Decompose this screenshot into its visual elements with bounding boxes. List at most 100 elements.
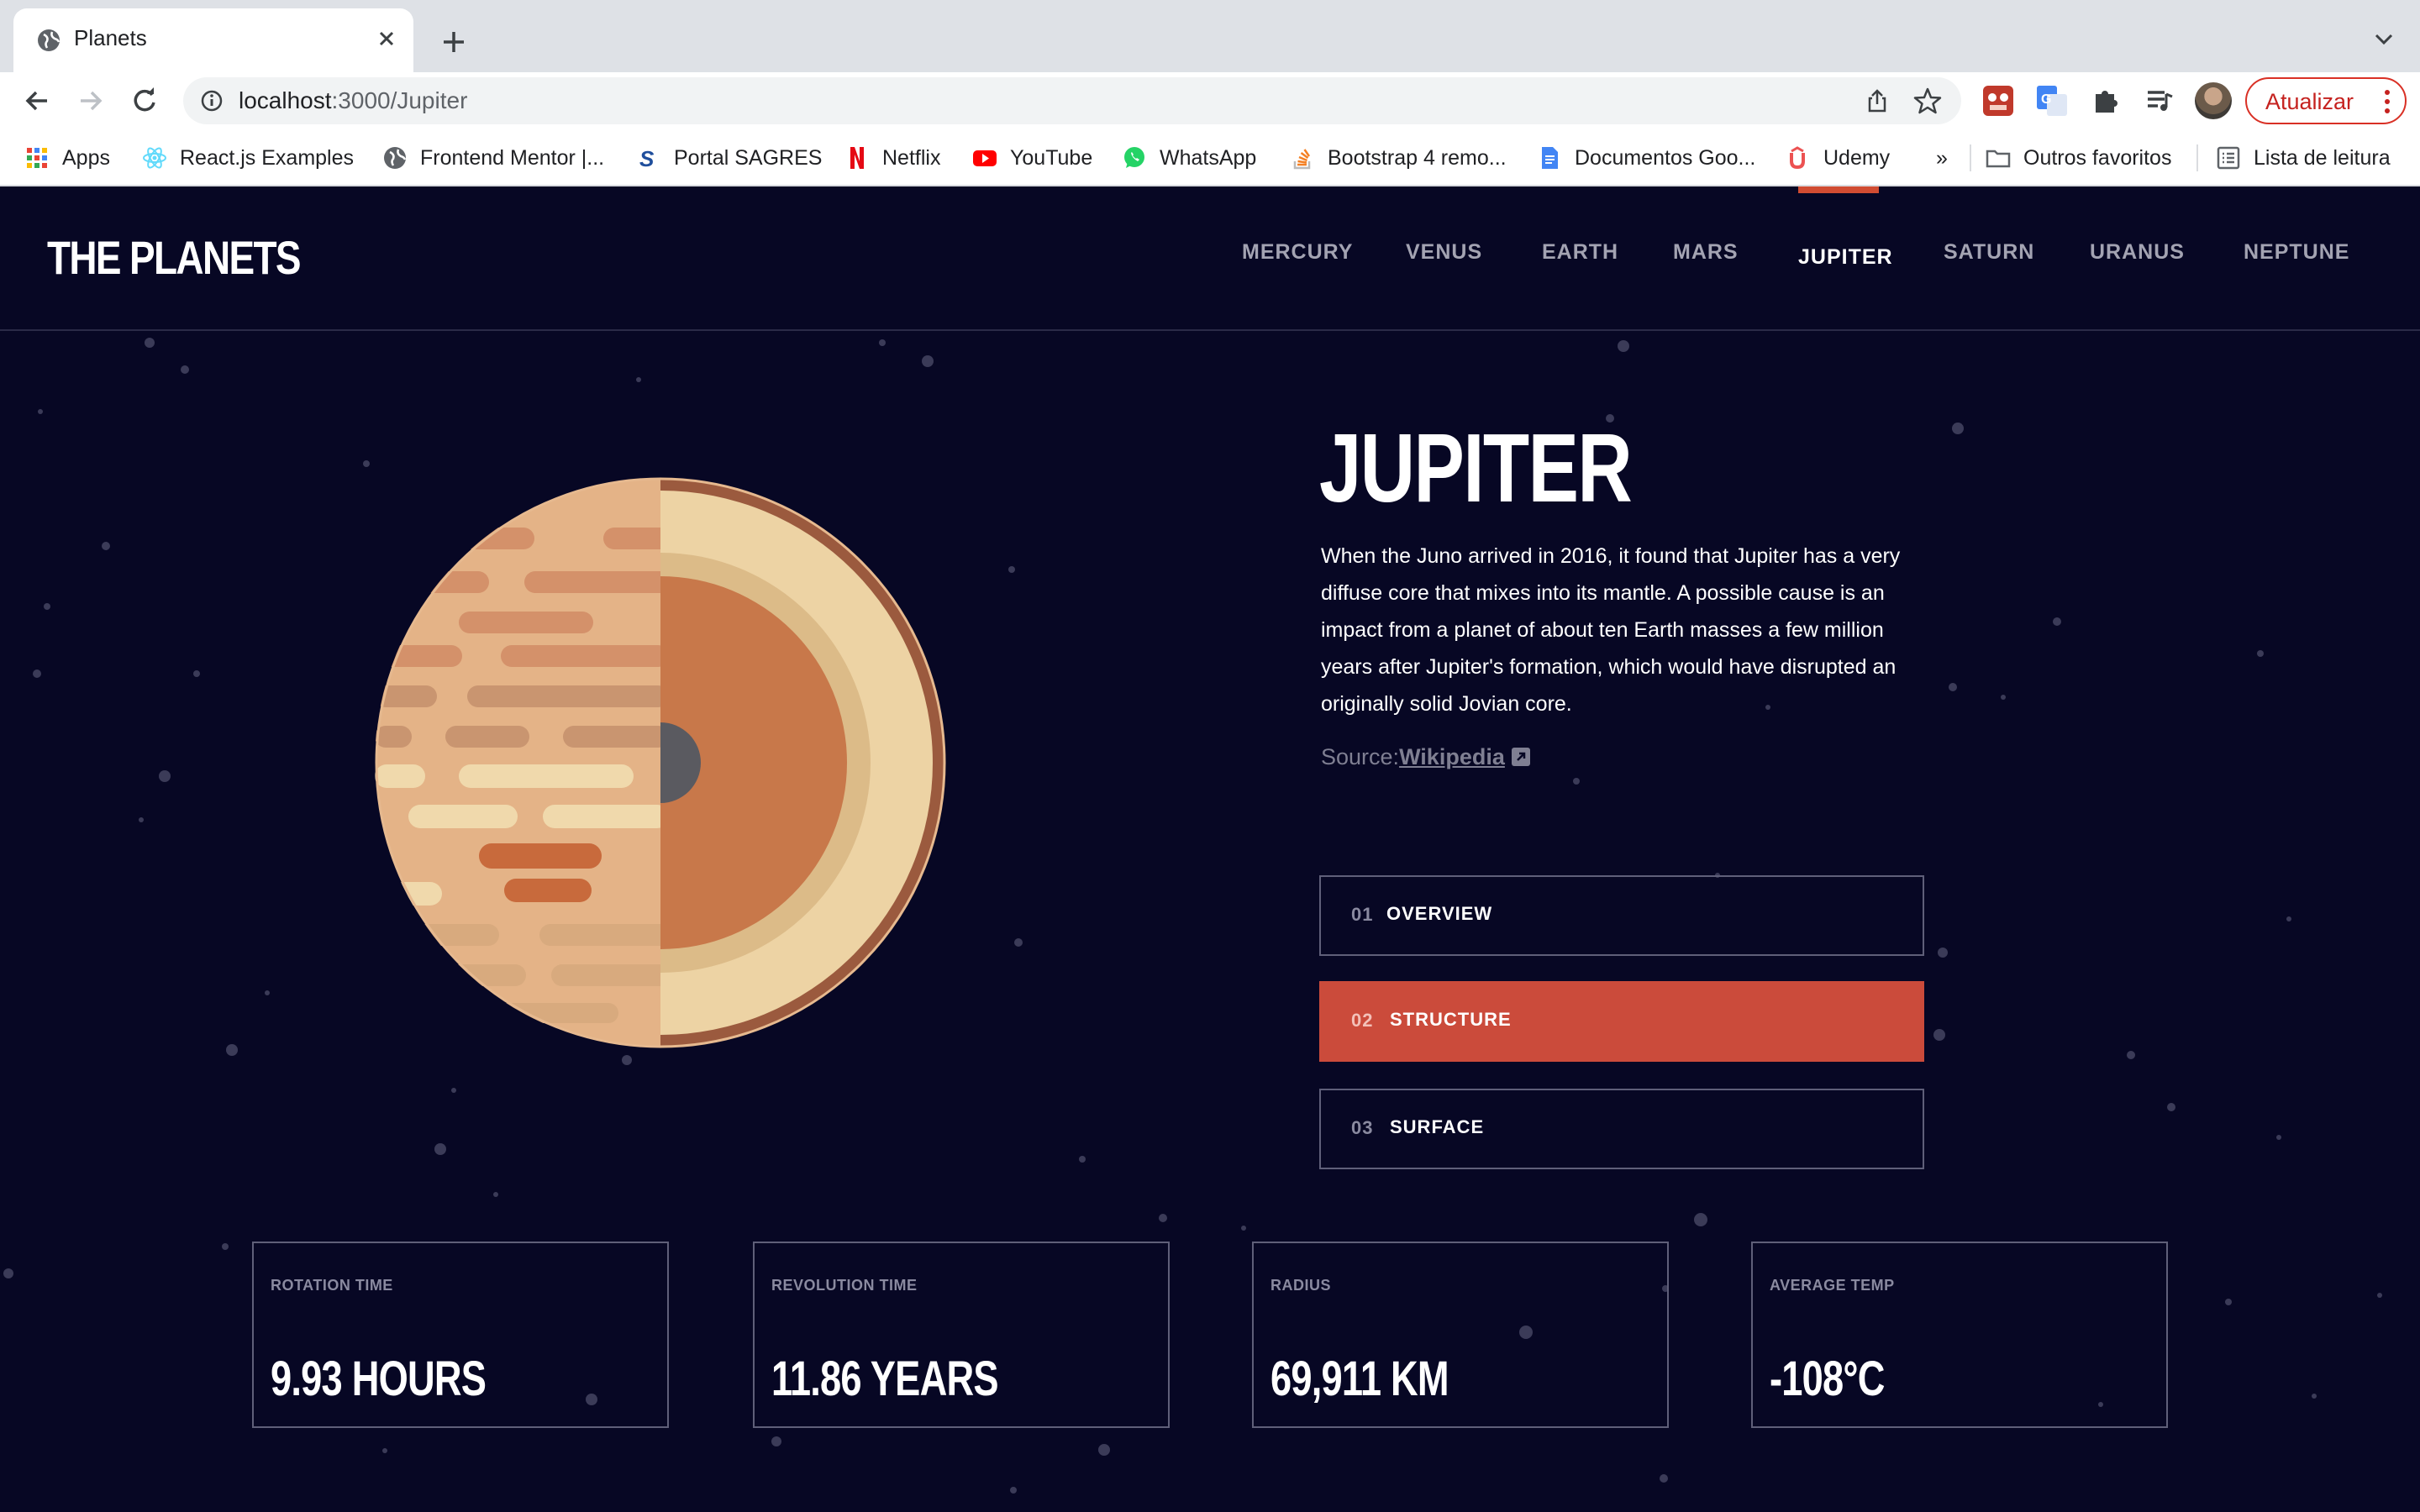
nav-item-neptune[interactable]: NEPTUNE	[2244, 240, 2349, 265]
apps-grid-icon	[27, 148, 47, 168]
stat-label: RADIUS	[1270, 1277, 1332, 1294]
stat-card-revolution: REVOLUTION TIME 11.86 YEARS	[753, 1242, 1170, 1428]
bookmark-label: Frontend Mentor |...	[420, 145, 605, 170]
stat-value: 69,911 KM	[1270, 1352, 1449, 1406]
svg-text:S: S	[639, 146, 655, 171]
bookmark-label: Lista de leitura	[2254, 145, 2391, 170]
planet-title: JUPITER	[1319, 413, 1633, 522]
globe-icon	[38, 29, 60, 51]
nav-item-uranus[interactable]: URANUS	[2090, 240, 2185, 265]
bookmarks-divider	[2196, 144, 2198, 171]
site-logo[interactable]: THE PLANETS	[47, 230, 302, 285]
whatsapp-icon	[1124, 147, 1144, 168]
bookmark-google-docs[interactable]: Documentos Goo...	[1536, 141, 1755, 175]
bookmark-label: Documentos Goo...	[1575, 145, 1756, 170]
update-button-label: Atualizar	[2265, 89, 2354, 114]
tab-label: STRUCTURE	[1390, 1009, 1512, 1030]
tab-structure[interactable]: 02 STRUCTURE	[1319, 981, 1924, 1062]
stat-card-rotation: ROTATION TIME 9.93 HOURS	[252, 1242, 669, 1428]
nav-item-venus[interactable]: VENUS	[1406, 240, 1482, 265]
netflix-icon	[850, 147, 864, 169]
stackoverflow-icon	[1293, 149, 1311, 170]
bookmark-portal-sagres[interactable]: S Portal SAGRES	[635, 141, 822, 175]
close-icon[interactable]	[371, 24, 402, 54]
site-header: THE PLANETS MERCURY VENUS EARTH MARS JUP…	[0, 186, 2420, 331]
planet-description: When the Juno arrived in 2016, it found …	[1321, 544, 1901, 716]
forward-arrow-icon[interactable]	[72, 82, 109, 119]
stat-label: REVOLUTION TIME	[771, 1277, 918, 1294]
nav-item-mercury[interactable]: MERCURY	[1242, 240, 1353, 265]
star-icon[interactable]	[1912, 86, 1943, 116]
browser-tab[interactable]: Planets	[13, 8, 413, 72]
tab-overview[interactable]: 01 OVERVIEW	[1319, 875, 1924, 956]
reading-list-icon	[2217, 146, 2240, 170]
bookmarks-divider	[1970, 144, 1971, 171]
bookmark-youtube[interactable]: YouTube	[971, 141, 1092, 175]
stat-label: AVERAGE TEMP	[1770, 1277, 1895, 1294]
kebab-menu-icon[interactable]	[2383, 87, 2391, 116]
external-link-icon[interactable]	[1511, 747, 1531, 767]
profile-avatar[interactable]	[2195, 82, 2232, 119]
stat-value: -108°C	[1770, 1352, 1885, 1406]
bookmark-netflix[interactable]: Netflix	[844, 141, 940, 175]
bookmarks-overflow-button[interactable]: »	[1936, 141, 1948, 175]
browser-tab-strip: Planets	[0, 0, 2420, 72]
stat-value: 11.86 YEARS	[771, 1352, 999, 1406]
chevron-down-icon[interactable]	[2371, 27, 2396, 52]
back-arrow-icon[interactable]	[18, 82, 55, 119]
url-text: localhost:3000/Jupiter	[239, 87, 468, 113]
bookmark-label: Outros favoritos	[2023, 145, 2172, 170]
google-translate-icon[interactable]: G	[2033, 82, 2070, 119]
nav-item-earth[interactable]: EARTH	[1542, 240, 1618, 265]
media-queue-icon[interactable]	[2141, 82, 2178, 119]
tab-surface[interactable]: 03 SURFACE	[1319, 1089, 1924, 1169]
tab-label: SURFACE	[1390, 1116, 1485, 1137]
source-label: Source:	[1321, 744, 1400, 769]
nav-item-jupiter[interactable]: JUPITER	[1798, 245, 1893, 270]
sagres-icon: S	[639, 146, 655, 171]
tab-title: Planets	[74, 25, 147, 50]
folder-icon	[1986, 150, 2011, 168]
wikipedia-link[interactable]: Wikipedia	[1399, 744, 1505, 769]
chevron-double-right-icon: »	[1936, 145, 1948, 170]
reload-icon[interactable]	[126, 82, 163, 119]
youtube-icon	[973, 150, 997, 166]
bookmark-whatsapp[interactable]: WhatsApp	[1121, 141, 1256, 175]
nav-item-mars[interactable]: MARS	[1673, 240, 1739, 265]
bookmark-label: Netflix	[882, 145, 941, 170]
bookmark-react-examples[interactable]: React.js Examples	[141, 141, 354, 175]
nav-item-saturn[interactable]: SATURN	[1944, 240, 2034, 265]
bookmark-apps[interactable]: Apps	[24, 141, 110, 175]
bookmark-label: YouTube	[1010, 145, 1093, 170]
bookmark-label: Apps	[62, 145, 110, 170]
share-icon[interactable]	[1864, 87, 1891, 114]
extension-red-icon[interactable]	[1980, 82, 2017, 119]
tab-number: 02	[1351, 1010, 1374, 1031]
bookmark-frontend-mentor[interactable]: Frontend Mentor |...	[381, 141, 604, 175]
tab-label: OVERVIEW	[1386, 903, 1493, 924]
bookmark-label: React.js Examples	[180, 145, 355, 170]
svg-text:G: G	[2041, 92, 2051, 107]
address-bar[interactable]: localhost:3000/Jupiter	[183, 77, 1961, 124]
puzzle-extensions-icon[interactable]	[2087, 82, 2124, 119]
reading-list-button[interactable]: Lista de leitura	[2215, 141, 2391, 175]
react-icon	[143, 147, 166, 169]
stat-value: 9.93 HOURS	[271, 1352, 487, 1406]
bookmark-label: Bootstrap 4 remo...	[1328, 145, 1507, 170]
bookmark-label: Udemy	[1823, 145, 1891, 170]
bookmark-other-favorites[interactable]: Outros favoritos	[1985, 141, 2171, 175]
stat-card-average-temp: AVERAGE TEMP -108°C	[1751, 1242, 2168, 1428]
active-nav-indicator	[1798, 186, 1879, 193]
bookmarks-bar: Apps React.js Examples Frontend Mentor |…	[0, 129, 2420, 186]
update-button[interactable]: Atualizar	[2245, 77, 2407, 124]
info-icon[interactable]	[198, 87, 225, 114]
udemy-icon	[1790, 146, 1805, 170]
stat-label: ROTATION TIME	[271, 1277, 393, 1294]
google-docs-icon	[1542, 147, 1558, 169]
bookmark-stackoverflow[interactable]: Bootstrap 4 remo...	[1289, 141, 1507, 175]
source-attribution: Source:Wikipedia	[1321, 744, 1531, 770]
new-tab-plus-icon[interactable]	[437, 25, 471, 59]
bookmark-udemy[interactable]: Udemy	[1785, 141, 1890, 175]
stat-card-radius: RADIUS 69,911 KM	[1252, 1242, 1669, 1428]
tab-number: 01	[1351, 904, 1374, 925]
